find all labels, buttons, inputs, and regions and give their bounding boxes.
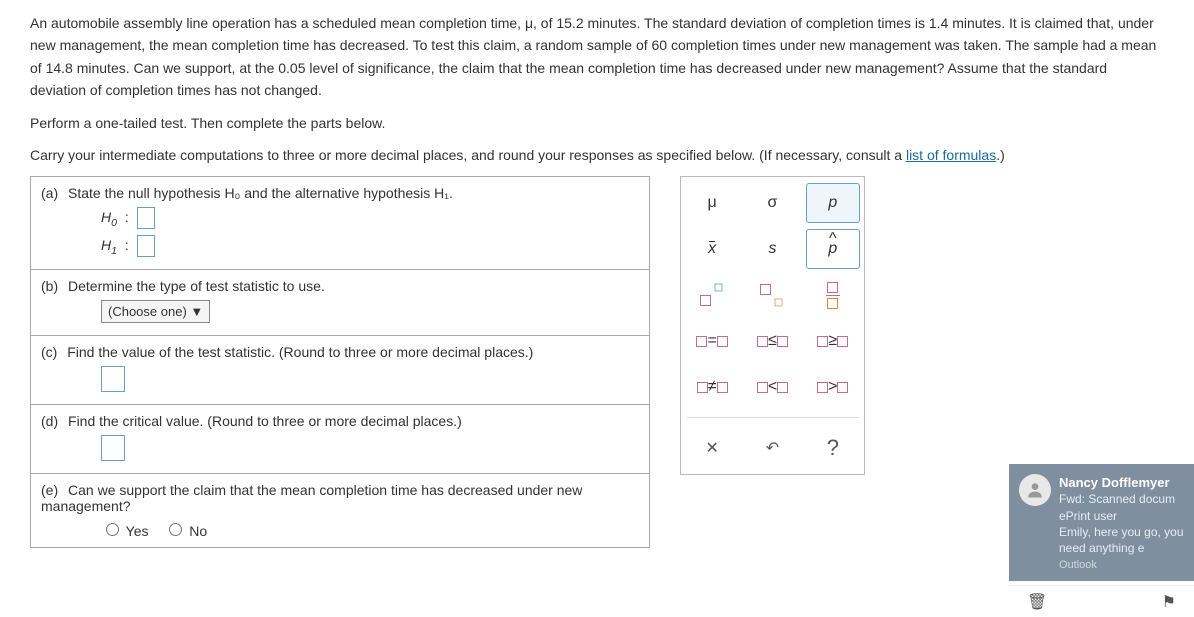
trash-icon[interactable]: 🗑 <box>1027 592 1047 612</box>
part-e-text: Can we support the claim that the mean c… <box>41 482 582 514</box>
part-a: (a) State the null hypothesis H₀ and the… <box>31 177 649 270</box>
h0-row: H0 : <box>101 207 639 229</box>
symbol-ne[interactable]: ≠ <box>685 367 739 407</box>
symbol-ge[interactable]: ≥ <box>806 321 860 361</box>
part-d-label: (d) <box>41 413 58 429</box>
notification-subline: ePrint user <box>1059 508 1184 524</box>
problem-paragraph-1: An automobile assembly line operation ha… <box>30 12 1164 102</box>
part-a-text: State the null hypothesis H₀ and the alt… <box>68 185 453 201</box>
critical-value-input[interactable] <box>101 435 125 461</box>
part-c: (c) Find the value of the test statistic… <box>31 336 649 405</box>
answer-box: (a) State the null hypothesis H₀ and the… <box>30 176 650 548</box>
part-a-label: (a) <box>41 185 58 201</box>
symbol-xbar[interactable]: x <box>685 229 739 269</box>
avatar-icon <box>1019 474 1051 506</box>
symbol-p[interactable]: p <box>806 183 860 223</box>
h1-colon: : <box>125 237 129 253</box>
h1-symbol: H1 <box>101 237 117 253</box>
symbol-superscript[interactable] <box>685 275 739 315</box>
part-c-text: Find the value of the test statistic. (R… <box>67 344 533 360</box>
symbol-fraction[interactable] <box>806 275 860 315</box>
test-statistic-input[interactable] <box>101 366 125 392</box>
test-statistic-select[interactable]: (Choose one) ▼ <box>101 300 210 323</box>
notification-app: Outlook <box>1059 558 1184 573</box>
symbol-subscript[interactable] <box>745 275 799 315</box>
part-c-label: (c) <box>41 344 57 360</box>
palette-clear-icon[interactable]: ✕ <box>685 428 739 468</box>
part-e: (e) Can we support the claim that the me… <box>31 474 649 547</box>
notification-body: Nancy Dofflemyer Fwd: Scanned docum ePri… <box>1059 474 1184 573</box>
notification-preview: Emily, here you go, you need anything e <box>1059 524 1184 556</box>
radio-yes[interactable]: Yes <box>101 523 148 539</box>
palette-undo-icon[interactable]: ↶ <box>745 428 799 468</box>
symbol-gt[interactable]: > <box>806 367 860 407</box>
h0-symbol: H0 <box>101 209 117 225</box>
notification-actions: 🗑 ⚑ <box>1009 585 1194 617</box>
part-d-text: Find the critical value. (Round to three… <box>68 413 462 429</box>
part-b-label: (b) <box>41 278 58 294</box>
symbol-lt[interactable]: < <box>745 367 799 407</box>
symbol-mu[interactable]: μ <box>685 183 739 223</box>
symbol-palette: μ σ p x s p = ≤ ≥ ≠ < > ✕ ↶ ? <box>680 176 865 475</box>
part-b-text: Determine the type of test statistic to … <box>68 278 325 294</box>
h1-input[interactable] <box>137 235 155 257</box>
part-e-label: (e) <box>41 482 58 498</box>
palette-help-icon[interactable]: ? <box>806 428 860 468</box>
symbol-phat[interactable]: p <box>806 229 860 269</box>
symbol-le[interactable]: ≤ <box>745 321 799 361</box>
notification-toast[interactable]: Nancy Dofflemyer Fwd: Scanned docum ePri… <box>1009 464 1194 581</box>
symbol-s[interactable]: s <box>745 229 799 269</box>
symbol-eq[interactable]: = <box>685 321 739 361</box>
h1-row: H1 : <box>101 235 639 257</box>
problem-paragraph-3: Carry your intermediate computations to … <box>30 144 1164 166</box>
part-b: (b) Determine the type of test statistic… <box>31 270 649 336</box>
formulas-link[interactable]: list of formulas <box>906 147 996 163</box>
flag-icon[interactable]: ⚑ <box>1162 592 1176 612</box>
notification-subject: Fwd: Scanned docum <box>1059 491 1184 507</box>
h0-colon: : <box>125 209 129 225</box>
p3-pre: Carry your intermediate computations to … <box>30 147 906 163</box>
radio-no[interactable]: No <box>164 523 207 539</box>
part-d: (d) Find the critical value. (Round to t… <box>31 405 649 474</box>
h0-input[interactable] <box>137 207 155 229</box>
notification-sender: Nancy Dofflemyer <box>1059 474 1184 492</box>
symbol-sigma[interactable]: σ <box>745 183 799 223</box>
problem-paragraph-2: Perform a one-tailed test. Then complete… <box>30 112 1164 134</box>
p3-post: .) <box>996 147 1005 163</box>
